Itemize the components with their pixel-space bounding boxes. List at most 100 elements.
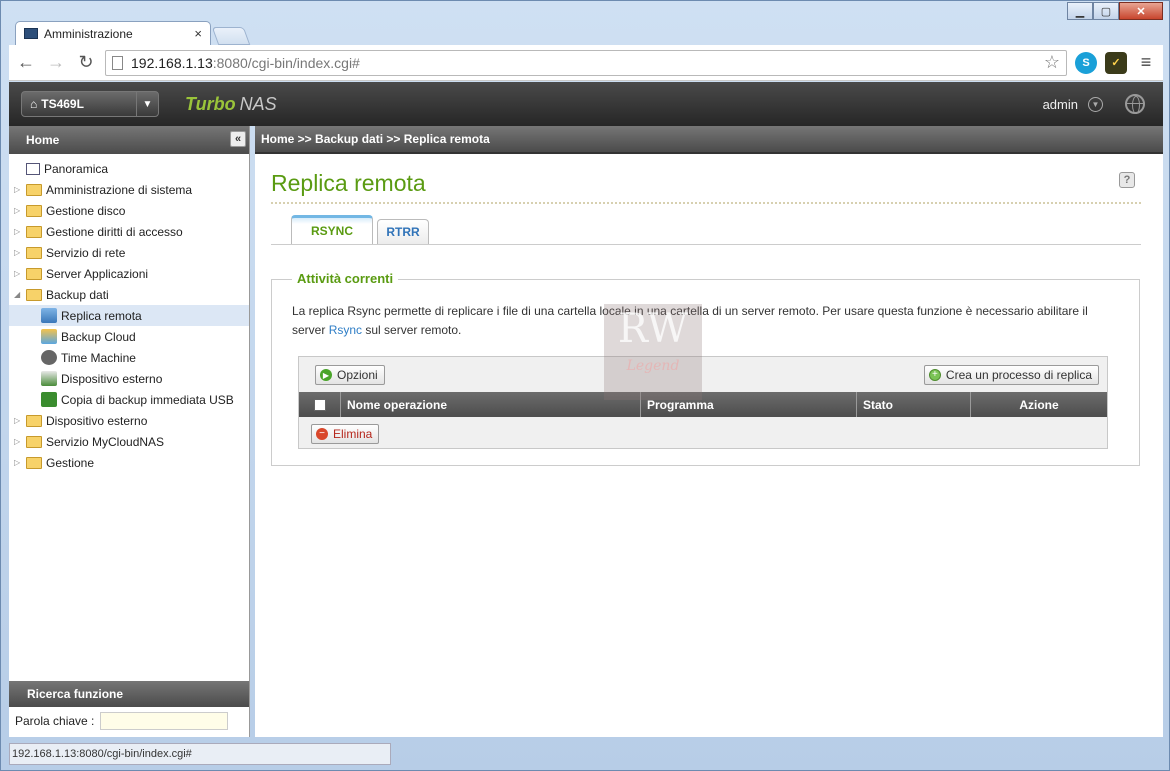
breadcrumb: Home >> Backup dati >> Replica remota <box>255 126 1163 154</box>
rsync-link[interactable]: Rsync <box>329 323 362 337</box>
add-icon: + <box>928 369 941 381</box>
folder-icon <box>26 246 42 259</box>
tab-close-icon[interactable]: × <box>194 26 202 41</box>
tab-rsync[interactable]: RSYNC <box>291 215 373 244</box>
sidebar-item-panoramica[interactable]: Panoramica <box>9 158 249 179</box>
help-icon[interactable]: ? <box>1119 172 1135 188</box>
collapse-arrow-icon[interactable]: ◢ <box>14 290 24 299</box>
tab-strip: Amministrazione × <box>15 21 251 45</box>
search-header: Ricerca funzione <box>9 681 249 707</box>
expand-icon[interactable]: ▷ <box>14 206 24 215</box>
folder-icon <box>26 183 42 196</box>
page-icon <box>112 55 123 70</box>
chevron-down-circle-icon[interactable]: ▼ <box>1088 96 1103 112</box>
sidebar-item-backup-dati[interactable]: ◢ Backup dati <box>9 284 249 305</box>
usb-icon <box>41 392 57 407</box>
status-bar: 192.168.1.13:8080/cgi-bin/index.cgi# <box>9 743 391 765</box>
sidebar-item-gestione[interactable]: ▷ Gestione <box>9 452 249 473</box>
tab-title: Amministrazione <box>44 26 133 41</box>
search-row: Parola chiave : <box>9 709 249 733</box>
external-device-icon <box>41 371 57 386</box>
folder-icon <box>26 225 42 238</box>
user-menu[interactable]: admin ▼ <box>1042 96 1103 112</box>
expand-icon[interactable]: ▷ <box>14 227 24 236</box>
folder-icon <box>26 267 42 280</box>
expand-icon[interactable]: ▷ <box>14 458 24 467</box>
description: La replica Rsync permette di replicare i… <box>292 304 1088 337</box>
sidebar-item-amministrazione[interactable]: ▷ Amministrazione di sistema <box>9 179 249 200</box>
grid-toolbar: ▶ Opzioni + Crea un processo di replica <box>299 357 1107 393</box>
options-button[interactable]: ▶ Opzioni <box>315 365 385 385</box>
model-name: TS469L <box>41 97 84 111</box>
network-replication-icon <box>41 308 57 323</box>
column-header-stato[interactable]: Stato <box>857 392 971 417</box>
reload-icon[interactable]: ↻ <box>75 52 97 74</box>
menu-icon[interactable]: ≡ <box>1135 52 1157 73</box>
maximize-icon[interactable]: ▢ <box>1093 2 1119 20</box>
keyword-input[interactable] <box>100 712 229 730</box>
sidebar-item-backup-cloud[interactable]: Backup Cloud <box>9 326 249 347</box>
bookmark-star-icon[interactable]: ☆ <box>1044 52 1060 73</box>
grid-header: Nome operazione Programma Stato Azione <box>299 392 1107 417</box>
url-path: :8080/cgi-bin/index.cgi# <box>212 54 360 71</box>
forward-icon[interactable]: → <box>45 52 67 74</box>
username: admin <box>1042 96 1078 112</box>
globe-icon[interactable] <box>1125 94 1145 114</box>
apple-icon <box>41 350 57 365</box>
browser-tab[interactable]: Amministrazione × <box>15 21 211 45</box>
sidebar-item-time-machine[interactable]: Time Machine <box>9 347 249 368</box>
minimize-icon[interactable]: ▁ <box>1067 2 1093 20</box>
window-controls: ▁ ▢ ✕ <box>1067 2 1163 20</box>
delete-icon: − <box>316 428 328 440</box>
new-tab-button[interactable] <box>211 27 251 45</box>
sidebar: Home « Panoramica ▷ Amministrazione di si… <box>9 126 250 737</box>
folder-icon <box>26 456 42 469</box>
expand-icon[interactable]: ▷ <box>14 437 24 446</box>
monitor-icon <box>24 28 38 39</box>
sidebar-item-replica-remota[interactable]: Replica remota <box>9 305 249 326</box>
folder-icon <box>26 204 42 217</box>
arrow-right-icon: ▶ <box>320 369 332 381</box>
expand-icon[interactable]: ▷ <box>14 185 24 194</box>
sidebar-item-dispositivo-esterno-backup[interactable]: Dispositivo esterno <box>9 368 249 389</box>
collapse-icon[interactable]: « <box>230 131 246 147</box>
sidebar-item-diritti-accesso[interactable]: ▷ Gestione diritti di accesso <box>9 221 249 242</box>
sidebar-item-mycloudnas[interactable]: ▷ Servizio MyCloudNAS <box>9 431 249 452</box>
expand-icon[interactable]: ▷ <box>14 416 24 425</box>
open-folder-icon <box>26 288 42 301</box>
section-title: Attività correnti <box>292 271 399 286</box>
select-all-column <box>299 392 341 417</box>
sidebar-item-servizio-rete[interactable]: ▷ Servizio di rete <box>9 242 249 263</box>
skype-extension-icon[interactable]: S <box>1075 51 1097 74</box>
sidebar-item-dispositivo-esterno[interactable]: ▷ Dispositivo esterno <box>9 410 249 431</box>
close-window-icon[interactable]: ✕ <box>1119 2 1163 20</box>
page-title: Replica remota <box>271 170 426 196</box>
main-panel: Home >> Backup dati >> Replica remota Re… <box>255 126 1163 737</box>
sidebar-item-gestione-disco[interactable]: ▷ Gestione disco <box>9 200 249 221</box>
column-header-nome[interactable]: Nome operazione <box>341 392 641 417</box>
overview-icon <box>26 162 40 175</box>
extension-icon[interactable]: ✓ <box>1105 51 1127 74</box>
delete-button[interactable]: − Elimina <box>311 424 380 444</box>
title-row: Replica remota ? <box>271 170 1141 204</box>
address-bar[interactable]: 192.168.1.13:8080/cgi-bin/index.cgi# ☆ <box>105 49 1067 76</box>
url-host: 192.168.1.13 <box>131 54 213 71</box>
browser-toolbar: ← → ↻ 192.168.1.13:8080/cgi-bin/index.cg… <box>9 45 1163 81</box>
sidebar-item-server-applicazioni[interactable]: ▷ Server Applicazioni <box>9 263 249 284</box>
expand-icon[interactable]: ▷ <box>14 248 24 257</box>
sidebar-item-copia-usb[interactable]: Copia di backup immediata USB <box>9 389 249 410</box>
tab-rtrr[interactable]: RTRR <box>377 219 429 244</box>
chevron-down-icon[interactable]: ▼ <box>136 92 158 116</box>
select-all-checkbox[interactable] <box>313 398 326 411</box>
expand-icon[interactable]: ▷ <box>14 269 24 278</box>
create-replication-button[interactable]: + Crea un processo di replica <box>923 365 1099 385</box>
folder-icon <box>26 435 42 448</box>
app-header: ⌂ TS469L ▼ Turbo NAS admin ▼ <box>9 82 1163 126</box>
back-icon[interactable]: ← <box>15 52 37 74</box>
folder-icon <box>26 414 42 427</box>
model-selector[interactable]: ⌂ TS469L ▼ <box>21 91 159 117</box>
home-icon: ⌂ <box>30 97 38 111</box>
cloud-icon <box>41 329 57 344</box>
search-label: Parola chiave : <box>15 714 95 728</box>
tasks-grid: ▶ Opzioni + Crea un processo di replica … <box>298 356 1108 449</box>
